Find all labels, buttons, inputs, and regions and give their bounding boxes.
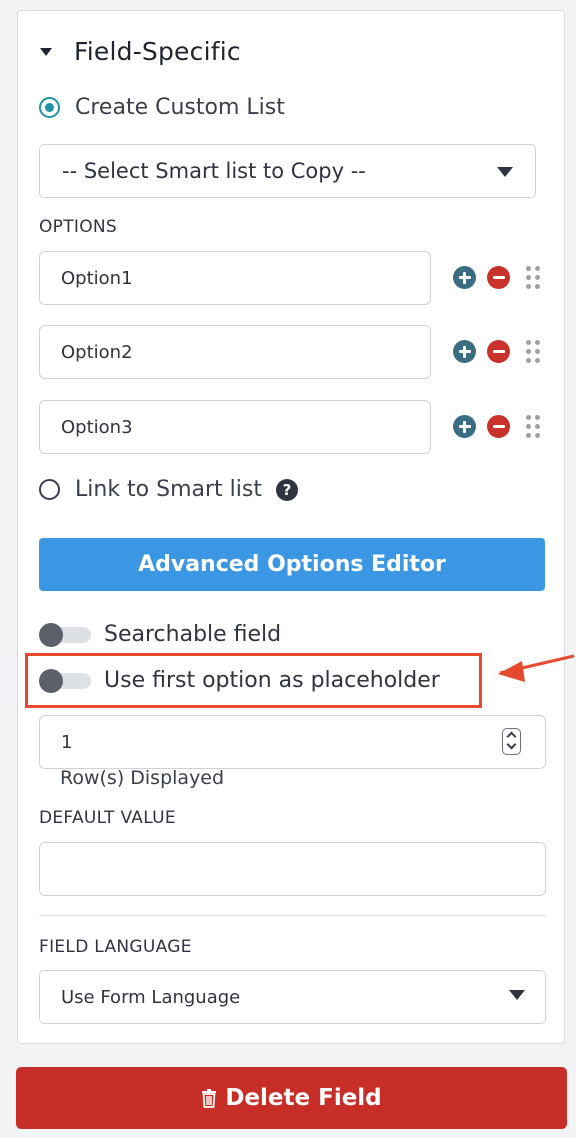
option-value: Option3	[61, 416, 133, 438]
advanced-options-editor-button[interactable]: Advanced Options Editor	[39, 538, 545, 591]
section-header[interactable]: Field-Specific	[40, 37, 241, 66]
remove-option-icon[interactable]	[487, 415, 510, 438]
create-custom-list-label: Create Custom List	[75, 95, 285, 120]
rows-displayed-input[interactable]: 1	[39, 715, 546, 769]
trash-icon	[202, 1088, 217, 1108]
field-specific-panel: Field-Specific Create Custom List -- Sel…	[17, 10, 565, 1044]
section-title: Field-Specific	[74, 37, 241, 66]
searchable-field-toggle[interactable]	[39, 622, 92, 647]
smart-list-select-value: -- Select Smart list to Copy --	[62, 159, 366, 183]
create-custom-list-option[interactable]: Create Custom List	[39, 95, 285, 120]
field-language-label: FIELD LANGUAGE	[39, 937, 192, 957]
annotation-arrow-icon	[498, 654, 575, 682]
option-input[interactable]: Option3	[39, 400, 431, 454]
searchable-field-label: Searchable field	[104, 622, 282, 647]
link-smart-list-label: Link to Smart list	[75, 477, 262, 502]
field-language-value: Use Form Language	[61, 986, 241, 1008]
link-smart-list-option[interactable]: Link to Smart list ?	[39, 477, 298, 502]
options-label: OPTIONS	[39, 217, 118, 237]
option-input[interactable]: Option1	[39, 251, 431, 305]
searchable-field-toggle-row[interactable]: Searchable field	[39, 622, 281, 647]
option-value: Option1	[61, 267, 133, 289]
link-smart-list-radio[interactable]	[39, 479, 60, 500]
default-value-input[interactable]	[39, 842, 546, 896]
rows-displayed-hint: Row(s) Displayed	[60, 767, 225, 789]
add-option-icon[interactable]	[453, 340, 476, 363]
drag-handle-icon[interactable]	[526, 340, 540, 364]
annotation-highlight-box	[25, 653, 482, 708]
chevron-down-icon	[497, 167, 513, 177]
default-value-label: DEFAULT VALUE	[39, 808, 176, 828]
divider	[39, 915, 546, 916]
delete-field-button[interactable]: Delete Field	[16, 1067, 567, 1129]
drag-handle-icon[interactable]	[526, 415, 540, 439]
smart-list-select[interactable]: -- Select Smart list to Copy --	[39, 144, 536, 198]
rows-displayed-value: 1	[61, 731, 73, 753]
caret-down-icon[interactable]	[40, 47, 52, 56]
chevron-down-icon	[509, 990, 525, 1000]
delete-field-label: Delete Field	[225, 1085, 382, 1111]
remove-option-icon[interactable]	[487, 266, 510, 289]
create-custom-list-radio[interactable]	[39, 97, 60, 118]
option-value: Option2	[61, 341, 133, 363]
drag-handle-icon[interactable]	[526, 266, 540, 290]
add-option-icon[interactable]	[453, 266, 476, 289]
help-icon[interactable]: ?	[275, 478, 298, 501]
option-input[interactable]: Option2	[39, 325, 431, 379]
remove-option-icon[interactable]	[487, 340, 510, 363]
add-option-icon[interactable]	[453, 415, 476, 438]
field-language-select[interactable]: Use Form Language	[39, 970, 546, 1024]
number-spinner-icon[interactable]	[502, 728, 521, 755]
